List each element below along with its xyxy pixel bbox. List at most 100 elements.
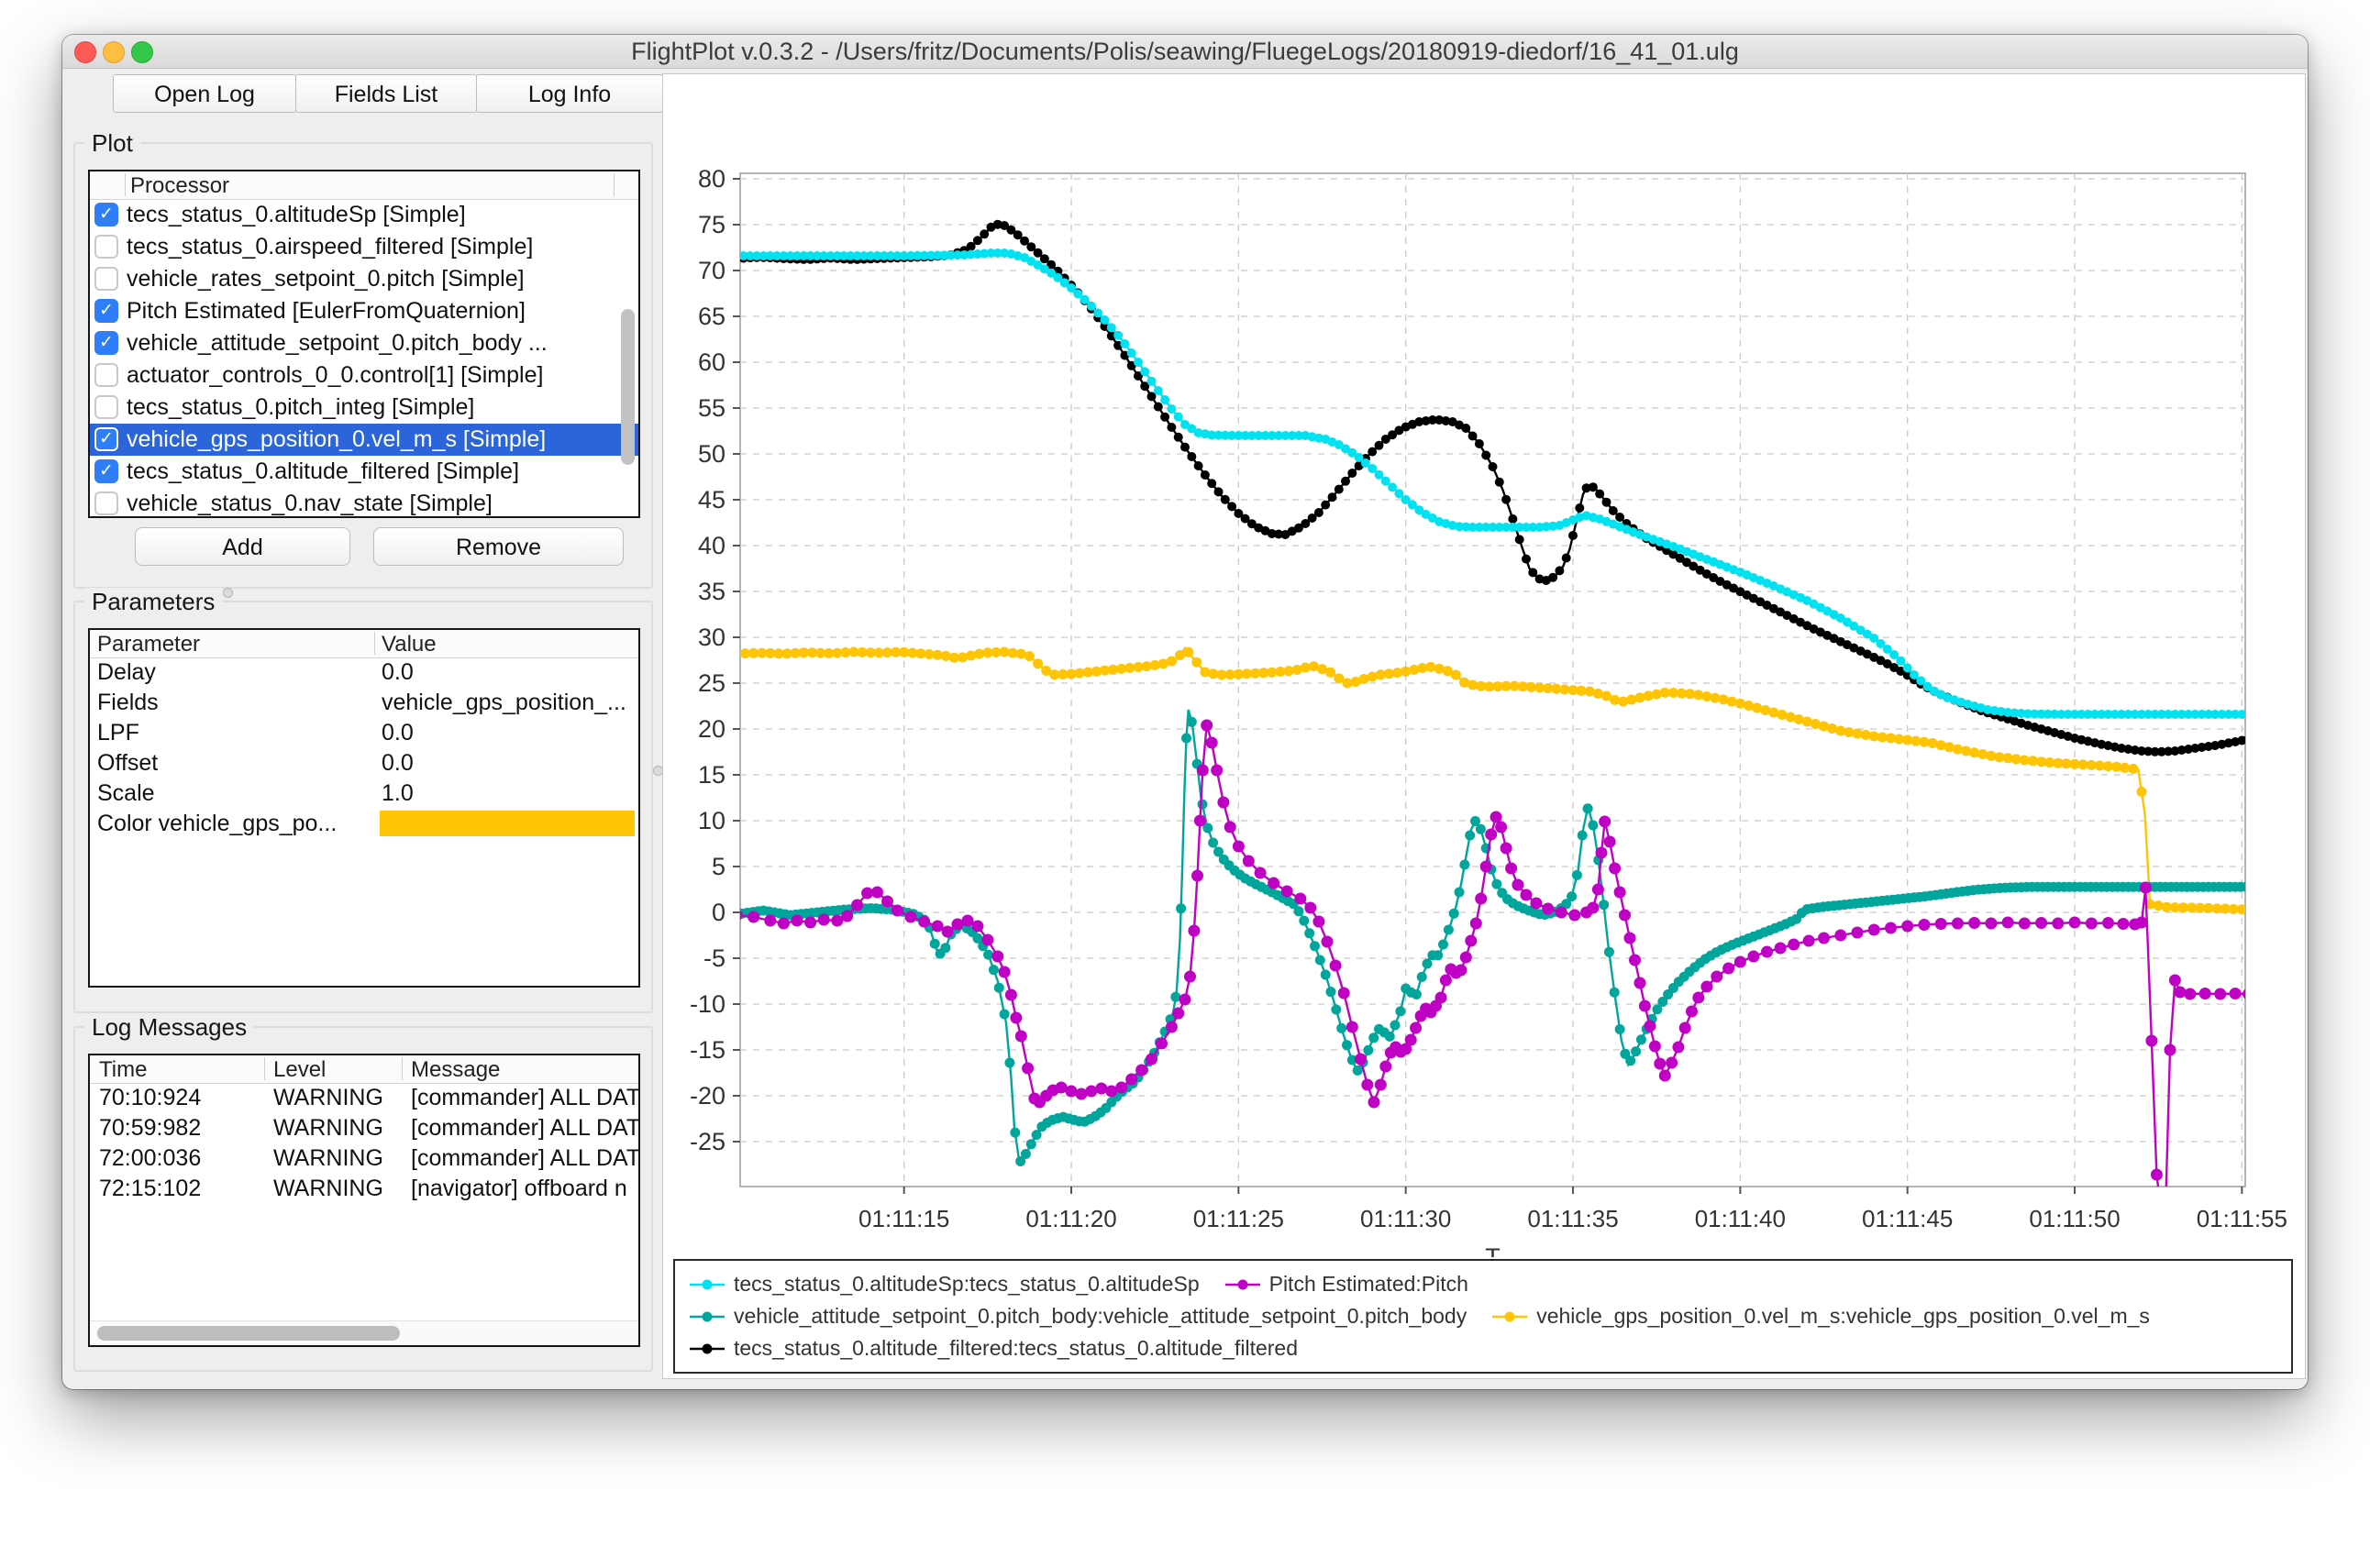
log-message-row[interactable]: 70:59:982WARNING[commander] ALL DAT bbox=[90, 1113, 638, 1143]
data-point bbox=[1489, 462, 1498, 471]
field-checkbox[interactable]: ✓ bbox=[94, 427, 118, 451]
field-checkbox[interactable] bbox=[94, 491, 118, 515]
parameter-row[interactable]: LPF0.0 bbox=[90, 718, 638, 748]
plot-area[interactable] bbox=[740, 173, 2245, 1187]
parameter-name: Offset bbox=[97, 750, 158, 777]
log-message-row[interactable]: 72:15:102WARNING[navigator] offboard n bbox=[90, 1174, 638, 1204]
log-hscroll-thumb[interactable] bbox=[97, 1326, 400, 1341]
data-point bbox=[731, 910, 743, 922]
data-point bbox=[1852, 927, 1864, 939]
parameters-table[interactable]: Parameter Value Delay0.0Fieldsvehicle_gp… bbox=[88, 628, 640, 988]
data-point bbox=[1609, 863, 1621, 875]
plot-field-table[interactable]: Processor ✓tecs_status_0.altitudeSp [Sim… bbox=[88, 170, 640, 518]
chart-panel[interactable]: 80757065605550454035302520151050-5-10-15… bbox=[662, 73, 2306, 1379]
field-label: vehicle_rates_setpoint_0.pitch [Simple] bbox=[127, 266, 525, 293]
data-point bbox=[1522, 555, 1531, 564]
data-point bbox=[1644, 1021, 1656, 1032]
plot-list-scrollbar[interactable] bbox=[621, 309, 635, 465]
data-point bbox=[1440, 975, 1452, 987]
plot-field-row[interactable]: ✓tecs_status_0.altitudeSp [Simple] bbox=[90, 199, 638, 231]
data-point bbox=[1217, 797, 1229, 809]
plot-field-row[interactable]: actuator_controls_0_0.control[1] [Simple… bbox=[90, 359, 638, 392]
data-point bbox=[1146, 1054, 1157, 1066]
data-point bbox=[1542, 903, 1554, 915]
parameter-row[interactable]: Fieldsvehicle_gps_position_... bbox=[90, 688, 638, 718]
data-point bbox=[1528, 568, 1537, 577]
legend-row: vehicle_attitude_setpoint_0.pitch_body:v… bbox=[688, 1304, 2278, 1329]
field-checkbox[interactable]: ✓ bbox=[94, 203, 118, 226]
data-point bbox=[1187, 717, 1197, 727]
parameter-value[interactable]: 1.0 bbox=[382, 780, 414, 807]
y-tick-label: 65 bbox=[698, 303, 725, 330]
log-message-row[interactable]: 70:10:924WARNING[commander] ALL DAT bbox=[90, 1083, 638, 1113]
field-checkbox[interactable] bbox=[94, 363, 118, 387]
log-message-row[interactable]: 72:00:036WARNING[commander] ALL DAT bbox=[90, 1143, 638, 1174]
data-point bbox=[1631, 1046, 1641, 1056]
data-point bbox=[1818, 933, 1830, 944]
parameter-row[interactable]: Delay0.0 bbox=[90, 657, 638, 688]
plot-field-row[interactable]: ✓vehicle_attitude_setpoint_0.pitch_body … bbox=[90, 327, 638, 359]
legend-item: vehicle_attitude_setpoint_0.pitch_body:v… bbox=[688, 1304, 1467, 1329]
data-point bbox=[1953, 745, 1963, 755]
plot-field-row[interactable]: tecs_status_0.airspeed_filtered [Simple] bbox=[90, 231, 638, 263]
data-point bbox=[1021, 1149, 1031, 1159]
field-checkbox[interactable]: ✓ bbox=[94, 299, 118, 323]
titlebar[interactable]: FlightPlot v.0.3.2 - /Users/fritz/Docume… bbox=[62, 35, 2308, 69]
parameter-value[interactable]: 0.0 bbox=[382, 659, 414, 686]
parameter-row[interactable]: Scale1.0 bbox=[90, 778, 638, 809]
plot-field-row[interactable]: ✓Pitch Estimated [EulerFromQuaternion] bbox=[90, 295, 638, 327]
color-parameter-row[interactable]: Color vehicle_gps_po... bbox=[90, 809, 638, 839]
field-checkbox[interactable] bbox=[94, 267, 118, 291]
data-point bbox=[1438, 940, 1448, 950]
data-point bbox=[2243, 988, 2254, 1000]
data-point bbox=[1624, 933, 1636, 944]
data-point bbox=[881, 896, 893, 908]
chart-svg[interactable]: 80757065605550454035302520151050-5-10-15… bbox=[663, 74, 2305, 1257]
field-checkbox[interactable]: ✓ bbox=[94, 459, 118, 483]
plot-field-row[interactable]: ✓vehicle_gps_position_0.vel_m_s [Simple] bbox=[90, 424, 638, 456]
data-point bbox=[851, 900, 863, 911]
data-point bbox=[973, 236, 982, 245]
field-checkbox[interactable]: ✓ bbox=[94, 331, 118, 355]
log-level: WARNING bbox=[273, 1115, 383, 1142]
log-messages-table[interactable]: Time Level Message 70:10:924WARNING[comm… bbox=[88, 1054, 640, 1347]
plot-field-row[interactable]: ✓tecs_status_0.altitude_filtered [Simple… bbox=[90, 456, 638, 488]
color-swatch[interactable] bbox=[380, 811, 635, 836]
data-point bbox=[1775, 943, 1787, 955]
log-message: [commander] ALL DAT bbox=[411, 1115, 638, 1142]
plot-field-row[interactable]: vehicle_status_0.nav_state [Simple] bbox=[90, 488, 638, 516]
data-point bbox=[1015, 1031, 1027, 1043]
log-rows: 70:10:924WARNING[commander] ALL DAT70:59… bbox=[90, 1083, 638, 1321]
parameter-value[interactable]: 0.0 bbox=[382, 750, 414, 777]
data-point bbox=[1666, 1057, 1678, 1069]
data-point bbox=[983, 950, 993, 960]
field-checkbox[interactable] bbox=[94, 235, 118, 259]
legend-marker-icon bbox=[688, 1309, 726, 1324]
plot-field-row[interactable]: vehicle_rates_setpoint_0.pitch [Simple] bbox=[90, 263, 638, 295]
plot-panel: Plot Processor ✓tecs_status_0.altitudeSp… bbox=[73, 142, 653, 589]
parameter-value[interactable]: vehicle_gps_position_... bbox=[382, 690, 626, 716]
open-log-button[interactable]: Open Log bbox=[113, 74, 296, 113]
log-horizontal-scrollbar[interactable] bbox=[90, 1320, 638, 1345]
data-point bbox=[2230, 988, 2242, 999]
data-point bbox=[1470, 918, 1482, 930]
remove-button[interactable]: Remove bbox=[373, 527, 624, 566]
fields-list-button[interactable]: Fields List bbox=[295, 74, 477, 113]
data-point bbox=[1409, 665, 1419, 675]
plot-field-row[interactable]: tecs_status_0.pitch_integ [Simple] bbox=[90, 392, 638, 424]
x-tick-label: 01:11:45 bbox=[1862, 1205, 1953, 1232]
data-point bbox=[1341, 477, 1350, 486]
data-point bbox=[1336, 1023, 1346, 1033]
log-level: WARNING bbox=[273, 1085, 383, 1111]
y-tick-label: -15 bbox=[690, 1036, 725, 1064]
data-point bbox=[1294, 906, 1304, 916]
log-info-button[interactable]: Log Info bbox=[476, 74, 663, 113]
field-checkbox[interactable] bbox=[94, 395, 118, 419]
data-point bbox=[818, 914, 830, 926]
data-point bbox=[1615, 513, 1624, 522]
splitter-handle-icon[interactable] bbox=[223, 588, 233, 598]
data-point bbox=[1181, 734, 1191, 744]
parameter-value[interactable]: 0.0 bbox=[382, 720, 414, 746]
add-button[interactable]: Add bbox=[135, 527, 350, 566]
parameter-row[interactable]: Offset 0.0 bbox=[90, 748, 638, 778]
